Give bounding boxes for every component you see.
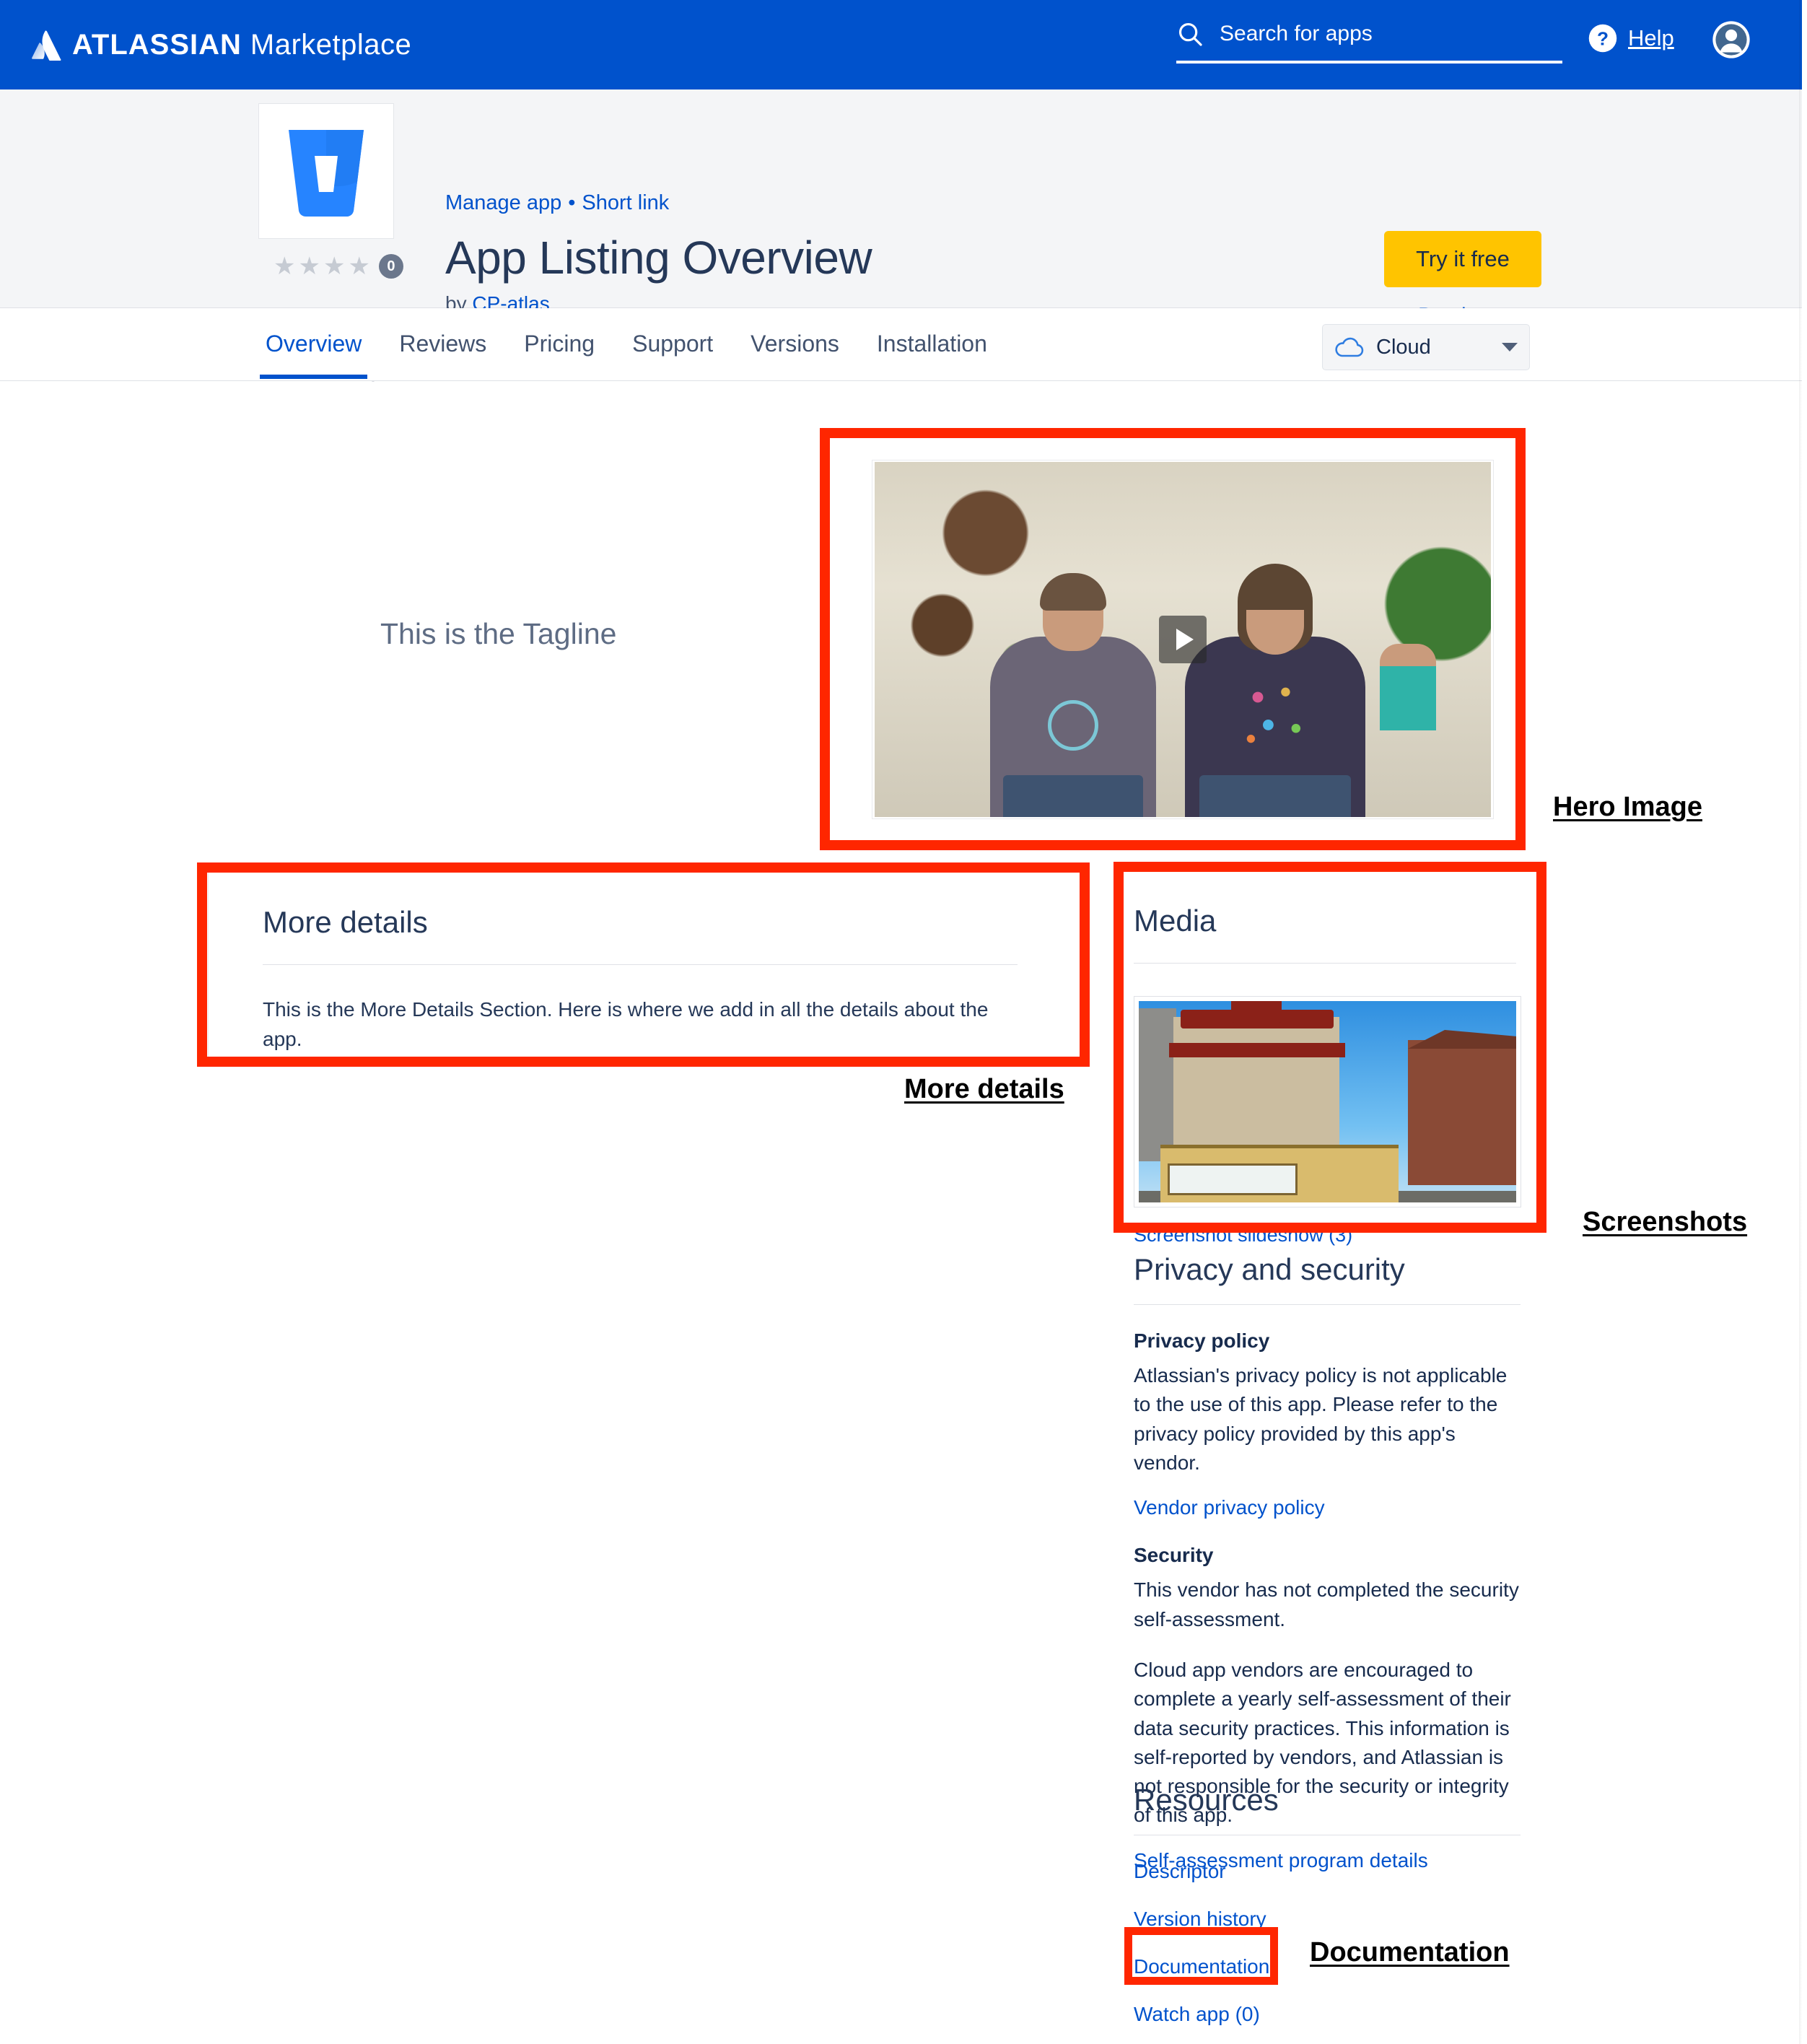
annotation-label-more-details: More details [904,1074,1064,1104]
top-navigation-bar: ATLASSIAN Marketplace ? Help [0,0,1802,89]
more-details-card: More details This is the More Details Se… [208,872,1083,1058]
help-link[interactable]: ? Help [1588,23,1674,53]
app-tagline: This is the Tagline [380,617,617,650]
window-right-edge [1802,0,1807,2044]
resource-link-descriptor[interactable]: Descriptor [1134,1860,1521,1883]
hosting-selected-value: Cloud [1376,335,1431,359]
manage-app-link[interactable]: Manage app [445,191,561,214]
marketplace-logo[interactable]: ATLASSIAN Marketplace [30,29,411,61]
hosting-dropdown[interactable]: Cloud [1322,324,1530,370]
hero-video-card[interactable] [872,460,1494,819]
breadcrumb-separator: • [568,191,576,214]
hero-video-thumbnail [875,462,1491,817]
rating-count-badge: 0 [378,254,403,279]
short-link-link[interactable]: Short link [582,191,669,214]
star-icon: ★ [298,253,320,280]
person-left [990,573,1156,817]
svg-text:?: ? [1597,27,1609,49]
tab-overview[interactable]: Overview [260,310,368,379]
screenshot-thumbnail[interactable] [1134,996,1521,1207]
security-heading: Security [1134,1544,1214,1567]
cloud-icon [1335,337,1364,357]
chevron-down-icon [1502,343,1518,351]
star-icon: ★ [274,253,296,280]
app-icon [258,103,394,239]
resource-link-watch-app[interactable]: Watch app (0) [1134,2003,1521,2026]
privacy-policy-heading: Privacy policy [1134,1329,1270,1352]
star-icon: ★ [348,253,370,280]
more-details-body: This is the More Details Section. Here i… [263,998,989,1050]
divider [1134,1304,1521,1305]
tab-support[interactable]: Support [626,310,719,379]
resource-link-version-history[interactable]: Version history [1134,1908,1521,1931]
app-logo-icon [289,130,364,217]
page-root: ATLASSIAN Marketplace ? Help [0,0,1807,2044]
media-title: Media [1134,904,1217,938]
privacy-security-section: Privacy and security Privacy policy Atla… [1134,1252,1521,1872]
tab-versions[interactable]: Versions [745,310,845,379]
media-card: Media Screenshot slideshow (3) [1124,871,1528,1246]
resources-title: Resources [1134,1783,1279,1817]
brand-marketplace-text: Marketplace [250,28,412,61]
vendor-privacy-policy-link[interactable]: Vendor privacy policy [1134,1496,1521,1519]
background-person [1380,644,1436,730]
resources-section: Resources Descriptor Version history Doc… [1134,1783,1521,2026]
help-icon: ? [1588,24,1617,53]
screenshot-slideshow-link[interactable]: Screenshot slideshow (3) [1134,1224,1352,1246]
annotation-label-documentation: Documentation [1310,1937,1510,1967]
search-box[interactable] [1176,20,1562,64]
atlassian-logo-icon [32,30,61,61]
brand-text: ATLASSIAN Marketplace [72,29,411,61]
page-title: App Listing Overview [445,232,872,284]
divider [263,964,1018,965]
divider [1134,963,1516,964]
app-header-band: ★ ★ ★ ★ 0 New! Manage app•Short link App… [0,89,1802,386]
star-icon: ★ [323,253,346,280]
avatar[interactable] [1712,20,1751,59]
breadcrumb: Manage app • Short link [445,191,669,215]
tab-reviews[interactable]: Reviews [393,310,492,379]
play-icon[interactable] [1159,616,1207,663]
help-label: Help [1628,25,1674,51]
privacy-security-title: Privacy and security [1134,1252,1405,1286]
tab-bar: Overview Reviews Pricing Support Version… [0,308,1802,381]
brand-atlassian-text: ATLASSIAN [72,28,242,61]
person-right [1185,564,1365,817]
tab-list: Overview Reviews Pricing Support Version… [260,308,993,381]
try-it-free-button[interactable]: Try it free [1384,231,1541,287]
screenshot-image [1139,1001,1516,1202]
search-icon [1178,22,1202,46]
search-input[interactable] [1220,22,1562,46]
annotation-label-hero-image: Hero Image [1553,792,1702,822]
tab-installation[interactable]: Installation [871,310,993,379]
annotation-label-screenshots: Screenshots [1583,1207,1748,1237]
more-details-title: More details [263,905,428,939]
privacy-policy-body: Atlassian's privacy policy is not applic… [1134,1364,1508,1474]
rating-stars: ★ ★ ★ ★ 0 [274,254,403,279]
security-body-1: This vendor has not completed the securi… [1134,1578,1519,1630]
tab-pricing[interactable]: Pricing [518,310,600,379]
